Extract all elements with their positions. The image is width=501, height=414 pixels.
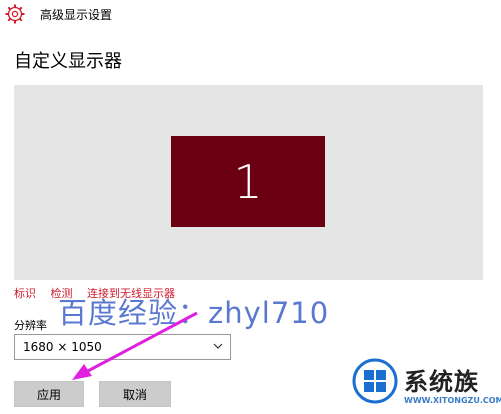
windows-logo-icon <box>352 358 398 404</box>
identify-link[interactable]: 标识 <box>14 287 36 300</box>
apply-button[interactable]: 应用 <box>14 381 84 407</box>
brand-watermark: 系统族 WWW.XITONGZU.COM <box>344 356 501 414</box>
chevron-down-icon <box>213 343 223 349</box>
brand-url: WWW.XITONGZU.COM <box>404 396 501 405</box>
resolution-label: 分辨率 <box>14 319 47 332</box>
resolution-value: 1680 × 1050 <box>23 340 102 354</box>
page-title: 自定义显示器 <box>14 51 122 72</box>
watermark-text: 百度经验：zhyl710 <box>58 296 330 330</box>
title-bar: 高级显示设置 <box>0 0 501 30</box>
gear-icon <box>5 4 25 24</box>
brand-name: 系统族 <box>404 368 479 396</box>
resolution-dropdown[interactable]: 1680 × 1050 <box>14 334 231 360</box>
cancel-button[interactable]: 取消 <box>99 381 171 407</box>
monitor-tile[interactable]: 1 <box>171 136 325 227</box>
window-title: 高级显示设置 <box>40 8 113 22</box>
monitor-number: 1 <box>233 154 263 209</box>
display-preview-area[interactable]: 1 <box>14 85 483 280</box>
